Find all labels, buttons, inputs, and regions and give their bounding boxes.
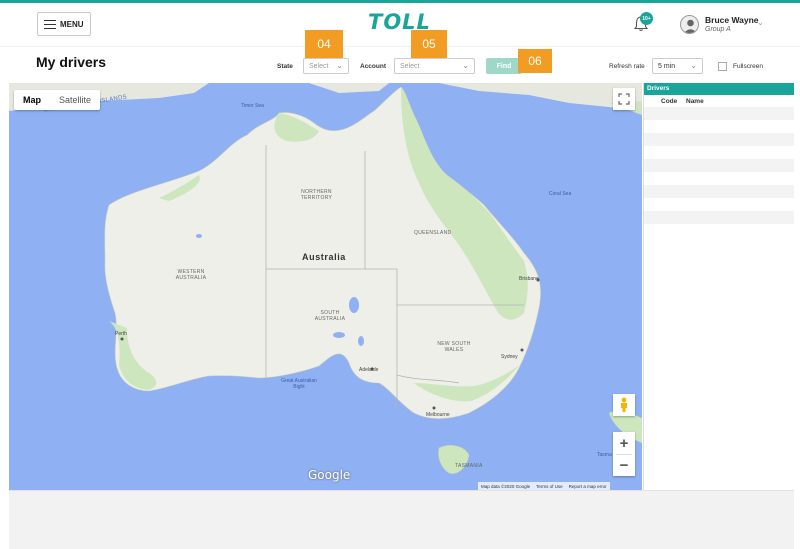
map-type-control: Map Satellite (14, 90, 101, 110)
find-button[interactable]: Find (486, 58, 522, 74)
menu-button[interactable]: MENU (37, 12, 91, 36)
table-row[interactable] (644, 198, 794, 211)
map-label-melbourne: Melbourne (426, 412, 450, 418)
map-view[interactable]: Timor Sea Coral Sea Great Australian Big… (9, 83, 642, 490)
map-label-sa: SOUTH AUSTRALIA (314, 310, 346, 322)
account-label: Account (360, 63, 386, 70)
map-label-timor-sea: Timor Sea (241, 103, 264, 109)
table-row[interactable] (644, 107, 794, 120)
report-map-error-link[interactable]: Report a map error (569, 484, 607, 489)
callout-05: 05 (411, 30, 447, 58)
callout-04: 04 (305, 30, 343, 58)
drivers-table-header: Code Name (644, 95, 794, 107)
table-row[interactable] (644, 146, 794, 159)
map-label-tas: TASMANIA (455, 463, 483, 469)
callout-06: 06 (518, 49, 552, 73)
fullscreen-label: Fullscreen (733, 63, 763, 70)
column-code[interactable]: Code (661, 98, 686, 105)
table-row[interactable] (644, 211, 794, 224)
state-select-value: Select (309, 62, 329, 70)
map-label-tasman: Tasma (597, 452, 612, 458)
map-label-qld: QUEENSLAND (414, 230, 452, 236)
chevron-down-icon: ⌄ (336, 61, 343, 70)
terms-of-use-link[interactable]: Terms of Use (536, 484, 563, 489)
avatar[interactable] (680, 15, 699, 34)
drivers-panel-title: Drivers (644, 83, 794, 95)
refresh-rate-select[interactable]: 5 min ⌄ (652, 58, 703, 74)
table-row[interactable] (644, 133, 794, 146)
map-label-wa: WESTERN AUSTRALIA (175, 269, 207, 281)
user-name[interactable]: Bruce Wayne (705, 15, 759, 25)
hamburger-icon (44, 19, 56, 29)
table-row[interactable] (644, 224, 794, 237)
page-title: My drivers (36, 54, 107, 70)
map-label-coral-sea: Coral Sea (549, 191, 572, 197)
page-footer-area (9, 490, 794, 549)
account-select-value: Select (400, 62, 420, 70)
map-label-bight: Great Australian Bight (281, 378, 317, 390)
map-label-perth: Perth (115, 331, 127, 337)
google-logo: Google (308, 468, 351, 482)
menu-label: MENU (60, 19, 84, 29)
zoom-in-button[interactable]: + (620, 432, 629, 454)
state-select[interactable]: Select ⌄ (303, 58, 349, 74)
map-label-sydney: Sydney (501, 354, 518, 360)
pegman-button[interactable] (613, 394, 635, 416)
fullscreen-checkbox[interactable] (718, 62, 727, 71)
chevron-down-icon[interactable]: ⌄ (757, 18, 764, 27)
table-row[interactable] (644, 172, 794, 185)
table-row[interactable] (644, 185, 794, 198)
chevron-down-icon: ⌄ (462, 61, 469, 70)
pegman-icon (621, 397, 627, 412)
expand-icon (618, 93, 630, 105)
account-select[interactable]: Select ⌄ (394, 58, 475, 74)
table-row[interactable] (644, 159, 794, 172)
fullscreen-map-button[interactable] (613, 88, 635, 110)
notification-badge: 10+ (640, 12, 653, 25)
refresh-rate-value: 5 min (658, 62, 676, 70)
map-label-nt: NORTHERN TERRITORY (300, 189, 333, 201)
chevron-down-icon: ⌄ (690, 61, 697, 70)
map-label-brisbane: Brisbane (519, 276, 539, 282)
map-type-satellite-button[interactable]: Satellite (50, 90, 100, 110)
map-label-country: Australia (302, 252, 346, 262)
drivers-panel: Drivers Code Name (643, 83, 794, 490)
user-group: Group A (705, 26, 731, 33)
zoom-out-button[interactable]: − (620, 455, 629, 476)
zoom-control: + − (613, 432, 635, 476)
column-name[interactable]: Name (686, 98, 704, 105)
table-row[interactable] (644, 120, 794, 133)
state-label: State (277, 63, 293, 70)
map-data-notice: Map data ©2020 Google (481, 483, 531, 489)
refresh-rate-label: Refresh rate (609, 63, 645, 70)
map-label-adelaide: Adelaide (359, 367, 379, 373)
map-type-map-button[interactable]: Map (14, 90, 50, 110)
map-attribution: Map data ©2020 Google Terms of Use Repor… (478, 482, 610, 490)
australia-map-graphic (9, 83, 642, 474)
map-label-nsw: NEW SOUTH WALES (437, 341, 471, 353)
